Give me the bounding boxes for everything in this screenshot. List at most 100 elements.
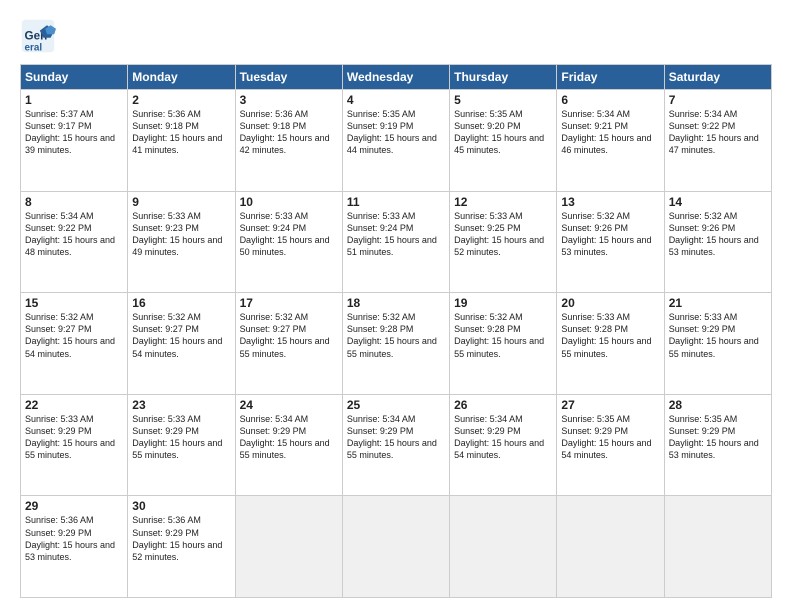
page: Gen eral SundayMondayTuesdayWednesdayThu… [0, 0, 792, 612]
calendar-table: SundayMondayTuesdayWednesdayThursdayFrid… [20, 64, 772, 598]
weekday-header: Saturday [664, 65, 771, 90]
day-number: 12 [454, 195, 552, 209]
logo: Gen eral [20, 18, 62, 54]
calendar-day-cell: 7Sunrise: 5:34 AMSunset: 9:22 PMDaylight… [664, 90, 771, 192]
calendar-day-cell: 30Sunrise: 5:36 AMSunset: 9:29 PMDayligh… [128, 496, 235, 598]
day-number: 11 [347, 195, 445, 209]
calendar-day-cell: 27Sunrise: 5:35 AMSunset: 9:29 PMDayligh… [557, 394, 664, 496]
day-info: Sunrise: 5:36 AMSunset: 9:18 PMDaylight:… [240, 108, 338, 157]
calendar-day-cell: 21Sunrise: 5:33 AMSunset: 9:29 PMDayligh… [664, 293, 771, 395]
day-number: 14 [669, 195, 767, 209]
day-info: Sunrise: 5:35 AMSunset: 9:29 PMDaylight:… [669, 413, 767, 462]
day-number: 5 [454, 93, 552, 107]
day-number: 25 [347, 398, 445, 412]
weekday-header: Sunday [21, 65, 128, 90]
svg-text:eral: eral [25, 42, 43, 53]
calendar-day-cell: 24Sunrise: 5:34 AMSunset: 9:29 PMDayligh… [235, 394, 342, 496]
day-info: Sunrise: 5:33 AMSunset: 9:23 PMDaylight:… [132, 210, 230, 259]
day-info: Sunrise: 5:36 AMSunset: 9:29 PMDaylight:… [25, 514, 123, 563]
calendar-day-cell: 13Sunrise: 5:32 AMSunset: 9:26 PMDayligh… [557, 191, 664, 293]
calendar-day-cell [342, 496, 449, 598]
calendar-day-cell: 8Sunrise: 5:34 AMSunset: 9:22 PMDaylight… [21, 191, 128, 293]
day-number: 8 [25, 195, 123, 209]
day-info: Sunrise: 5:33 AMSunset: 9:24 PMDaylight:… [347, 210, 445, 259]
weekday-header: Thursday [450, 65, 557, 90]
calendar-day-cell: 25Sunrise: 5:34 AMSunset: 9:29 PMDayligh… [342, 394, 449, 496]
day-info: Sunrise: 5:34 AMSunset: 9:29 PMDaylight:… [240, 413, 338, 462]
calendar-day-cell [557, 496, 664, 598]
day-info: Sunrise: 5:34 AMSunset: 9:21 PMDaylight:… [561, 108, 659, 157]
day-number: 19 [454, 296, 552, 310]
day-info: Sunrise: 5:35 AMSunset: 9:29 PMDaylight:… [561, 413, 659, 462]
calendar-week-row: 1Sunrise: 5:37 AMSunset: 9:17 PMDaylight… [21, 90, 772, 192]
day-info: Sunrise: 5:33 AMSunset: 9:28 PMDaylight:… [561, 311, 659, 360]
weekday-header: Wednesday [342, 65, 449, 90]
day-info: Sunrise: 5:32 AMSunset: 9:28 PMDaylight:… [454, 311, 552, 360]
day-number: 4 [347, 93, 445, 107]
day-number: 30 [132, 499, 230, 513]
day-info: Sunrise: 5:33 AMSunset: 9:24 PMDaylight:… [240, 210, 338, 259]
day-number: 28 [669, 398, 767, 412]
calendar-day-cell [235, 496, 342, 598]
day-number: 7 [669, 93, 767, 107]
day-info: Sunrise: 5:36 AMSunset: 9:18 PMDaylight:… [132, 108, 230, 157]
day-number: 24 [240, 398, 338, 412]
calendar-week-row: 8Sunrise: 5:34 AMSunset: 9:22 PMDaylight… [21, 191, 772, 293]
day-info: Sunrise: 5:32 AMSunset: 9:28 PMDaylight:… [347, 311, 445, 360]
day-number: 16 [132, 296, 230, 310]
calendar-day-cell: 28Sunrise: 5:35 AMSunset: 9:29 PMDayligh… [664, 394, 771, 496]
day-number: 18 [347, 296, 445, 310]
calendar-day-cell: 18Sunrise: 5:32 AMSunset: 9:28 PMDayligh… [342, 293, 449, 395]
calendar-day-cell: 11Sunrise: 5:33 AMSunset: 9:24 PMDayligh… [342, 191, 449, 293]
day-info: Sunrise: 5:37 AMSunset: 9:17 PMDaylight:… [25, 108, 123, 157]
day-info: Sunrise: 5:34 AMSunset: 9:22 PMDaylight:… [25, 210, 123, 259]
calendar-day-cell: 29Sunrise: 5:36 AMSunset: 9:29 PMDayligh… [21, 496, 128, 598]
calendar-day-cell: 3Sunrise: 5:36 AMSunset: 9:18 PMDaylight… [235, 90, 342, 192]
calendar-week-row: 15Sunrise: 5:32 AMSunset: 9:27 PMDayligh… [21, 293, 772, 395]
day-number: 27 [561, 398, 659, 412]
day-number: 10 [240, 195, 338, 209]
calendar-day-cell: 17Sunrise: 5:32 AMSunset: 9:27 PMDayligh… [235, 293, 342, 395]
calendar-day-cell: 15Sunrise: 5:32 AMSunset: 9:27 PMDayligh… [21, 293, 128, 395]
weekday-header: Monday [128, 65, 235, 90]
day-number: 3 [240, 93, 338, 107]
day-number: 6 [561, 93, 659, 107]
calendar-week-row: 29Sunrise: 5:36 AMSunset: 9:29 PMDayligh… [21, 496, 772, 598]
calendar-week-row: 22Sunrise: 5:33 AMSunset: 9:29 PMDayligh… [21, 394, 772, 496]
day-info: Sunrise: 5:33 AMSunset: 9:29 PMDaylight:… [132, 413, 230, 462]
day-info: Sunrise: 5:33 AMSunset: 9:29 PMDaylight:… [669, 311, 767, 360]
day-number: 20 [561, 296, 659, 310]
calendar-day-cell: 12Sunrise: 5:33 AMSunset: 9:25 PMDayligh… [450, 191, 557, 293]
day-info: Sunrise: 5:35 AMSunset: 9:19 PMDaylight:… [347, 108, 445, 157]
calendar-day-cell [450, 496, 557, 598]
calendar-day-cell: 22Sunrise: 5:33 AMSunset: 9:29 PMDayligh… [21, 394, 128, 496]
day-number: 26 [454, 398, 552, 412]
day-number: 13 [561, 195, 659, 209]
weekday-header: Friday [557, 65, 664, 90]
calendar-day-cell: 26Sunrise: 5:34 AMSunset: 9:29 PMDayligh… [450, 394, 557, 496]
calendar-day-cell: 5Sunrise: 5:35 AMSunset: 9:20 PMDaylight… [450, 90, 557, 192]
calendar-day-cell: 19Sunrise: 5:32 AMSunset: 9:28 PMDayligh… [450, 293, 557, 395]
day-number: 1 [25, 93, 123, 107]
calendar-day-cell: 23Sunrise: 5:33 AMSunset: 9:29 PMDayligh… [128, 394, 235, 496]
calendar-day-cell: 4Sunrise: 5:35 AMSunset: 9:19 PMDaylight… [342, 90, 449, 192]
day-info: Sunrise: 5:33 AMSunset: 9:25 PMDaylight:… [454, 210, 552, 259]
day-number: 9 [132, 195, 230, 209]
calendar-day-cell: 6Sunrise: 5:34 AMSunset: 9:21 PMDaylight… [557, 90, 664, 192]
calendar-day-cell: 9Sunrise: 5:33 AMSunset: 9:23 PMDaylight… [128, 191, 235, 293]
day-info: Sunrise: 5:32 AMSunset: 9:26 PMDaylight:… [561, 210, 659, 259]
day-info: Sunrise: 5:32 AMSunset: 9:27 PMDaylight:… [240, 311, 338, 360]
day-info: Sunrise: 5:34 AMSunset: 9:29 PMDaylight:… [347, 413, 445, 462]
calendar-day-cell: 2Sunrise: 5:36 AMSunset: 9:18 PMDaylight… [128, 90, 235, 192]
day-info: Sunrise: 5:35 AMSunset: 9:20 PMDaylight:… [454, 108, 552, 157]
day-number: 23 [132, 398, 230, 412]
calendar-day-cell [664, 496, 771, 598]
day-number: 21 [669, 296, 767, 310]
day-number: 17 [240, 296, 338, 310]
calendar-day-cell: 1Sunrise: 5:37 AMSunset: 9:17 PMDaylight… [21, 90, 128, 192]
day-info: Sunrise: 5:32 AMSunset: 9:26 PMDaylight:… [669, 210, 767, 259]
day-info: Sunrise: 5:33 AMSunset: 9:29 PMDaylight:… [25, 413, 123, 462]
day-info: Sunrise: 5:32 AMSunset: 9:27 PMDaylight:… [132, 311, 230, 360]
weekday-header: Tuesday [235, 65, 342, 90]
header: Gen eral [20, 18, 772, 54]
